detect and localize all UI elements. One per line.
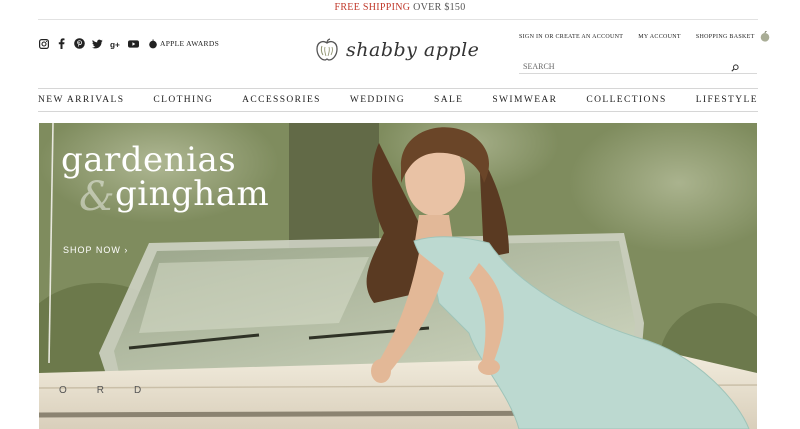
main-nav: NEW ARRIVALS CLOTHING ACCESSORIES WEDDIN… — [38, 89, 758, 111]
apple-awards-icon — [149, 38, 157, 48]
nav-new-arrivals[interactable]: NEW ARRIVALS — [38, 95, 124, 105]
youtube-icon[interactable] — [128, 38, 139, 49]
svg-text:g+: g+ — [110, 40, 120, 48]
nav-wedding[interactable]: WEDDING — [350, 95, 405, 105]
search-icon[interactable] — [731, 59, 739, 77]
pinterest-icon[interactable] — [74, 38, 85, 49]
search-bar — [519, 56, 757, 77]
hero-ampersand: & — [79, 174, 115, 220]
my-account-link[interactable]: MY ACCOUNT — [638, 34, 681, 40]
search-input[interactable] — [519, 58, 723, 75]
apple-awards-link[interactable]: APPLE AWARDS — [148, 38, 220, 49]
hero-title-line2: gingham — [115, 174, 270, 214]
logo-text: shabby apple — [346, 39, 480, 61]
instagram-icon[interactable] — [38, 38, 49, 49]
divider — [38, 19, 758, 20]
promo-text: OVER $150 — [410, 2, 466, 13]
facebook-icon[interactable] — [56, 38, 67, 49]
account-links: SIGN IN OR CREATE AN ACCOUNT MY ACCOUNT … — [519, 31, 771, 42]
site-logo[interactable]: shabby apple — [314, 38, 479, 62]
hero-title-line1: gardenias — [61, 140, 237, 180]
hero-banner[interactable]: ORD gardenias & gingham SHOP NOW › — [39, 123, 757, 429]
shop-now-link[interactable]: SHOP NOW › — [63, 245, 128, 255]
svg-text:ORD: ORD — [59, 385, 171, 396]
promo-highlight: FREE SHIPPING — [334, 2, 411, 13]
nav-accessories[interactable]: ACCESSORIES — [242, 95, 321, 105]
basket-apple-icon[interactable] — [759, 31, 771, 42]
nav-lifestyle[interactable]: LIFESTYLE — [696, 95, 758, 105]
google-plus-icon[interactable]: g+ — [110, 38, 121, 49]
shopping-basket-link[interactable]: SHOPPING BASKET — [696, 34, 755, 40]
nav-clothing[interactable]: CLOTHING — [153, 95, 213, 105]
nav-swimwear[interactable]: SWIMWEAR — [492, 95, 557, 105]
twitter-icon[interactable] — [92, 38, 103, 49]
promo-banner[interactable]: FREE SHIPPING OVER $150 — [0, 0, 800, 18]
social-links: g+ APPLE AWARDS — [38, 38, 219, 49]
divider — [38, 111, 758, 112]
nav-collections[interactable]: COLLECTIONS — [586, 95, 666, 105]
sign-in-link[interactable]: SIGN IN OR CREATE AN ACCOUNT — [519, 34, 623, 40]
nav-sale[interactable]: SALE — [434, 95, 463, 105]
hero-title: gardenias & gingham — [61, 140, 269, 217]
apple-awards-label: APPLE AWARDS — [160, 39, 220, 48]
apple-logo-icon — [316, 38, 338, 61]
